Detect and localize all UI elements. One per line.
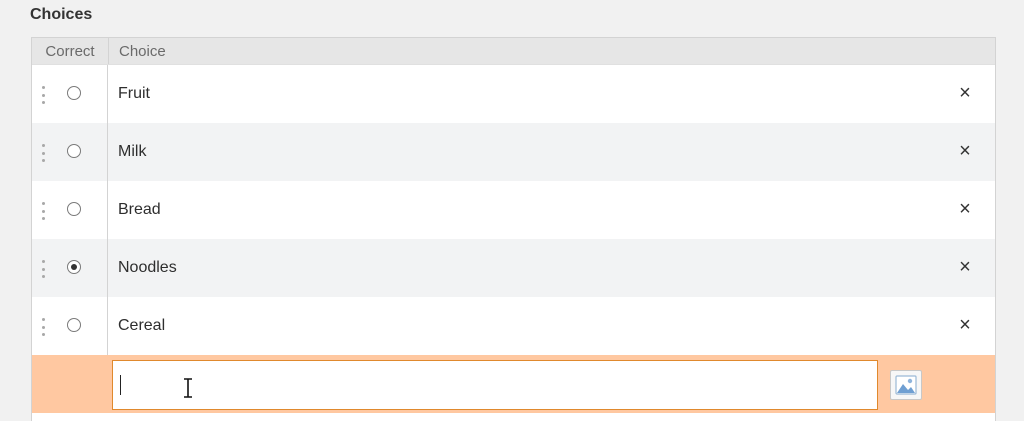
choices-table: Correct Choice Fruit × Milk × Bread × No…	[31, 37, 996, 421]
new-choice-spacer	[32, 355, 108, 413]
correct-radio[interactable]	[67, 144, 81, 158]
column-header-choice: Choice	[119, 42, 166, 60]
choice-row: Milk ×	[32, 123, 995, 181]
close-icon[interactable]: ×	[955, 315, 975, 335]
correct-radio[interactable]	[67, 202, 81, 216]
correct-radio[interactable]	[67, 86, 81, 100]
drag-handle-icon[interactable]	[41, 318, 45, 336]
correct-radio-selected[interactable]	[67, 260, 81, 274]
correct-cell	[32, 181, 108, 239]
correct-cell	[32, 65, 108, 123]
new-choice-input[interactable]	[112, 360, 878, 410]
close-icon[interactable]: ×	[955, 199, 975, 219]
choice-label[interactable]: Cereal	[108, 317, 995, 335]
image-upload-button[interactable]	[890, 370, 922, 400]
image-icon	[895, 375, 917, 395]
drag-handle-icon[interactable]	[41, 260, 45, 278]
drag-handle-icon[interactable]	[41, 144, 45, 162]
correct-cell	[32, 123, 108, 181]
choice-label[interactable]: Bread	[108, 201, 995, 219]
choice-row: Cereal ×	[32, 297, 995, 355]
column-header-correct: Correct	[32, 38, 109, 64]
text-caret	[120, 375, 121, 395]
choice-row: Bread ×	[32, 181, 995, 239]
choice-label[interactable]: Fruit	[108, 85, 995, 103]
text-cursor-icon	[184, 378, 192, 398]
choice-label[interactable]: Noodles	[108, 259, 995, 277]
section-title: Choices	[30, 6, 93, 23]
drag-handle-icon[interactable]	[41, 86, 45, 104]
correct-cell	[32, 297, 108, 355]
close-icon[interactable]: ×	[955, 141, 975, 161]
drag-handle-icon[interactable]	[41, 202, 45, 220]
close-icon[interactable]: ×	[955, 257, 975, 277]
choice-label[interactable]: Milk	[108, 143, 995, 161]
correct-cell	[32, 239, 108, 297]
close-icon[interactable]: ×	[955, 83, 975, 103]
new-choice-row	[32, 355, 995, 413]
choice-row: Fruit ×	[32, 65, 995, 123]
choice-row: Noodles ×	[32, 239, 995, 297]
correct-radio[interactable]	[67, 318, 81, 332]
table-header: Correct Choice	[32, 38, 995, 65]
